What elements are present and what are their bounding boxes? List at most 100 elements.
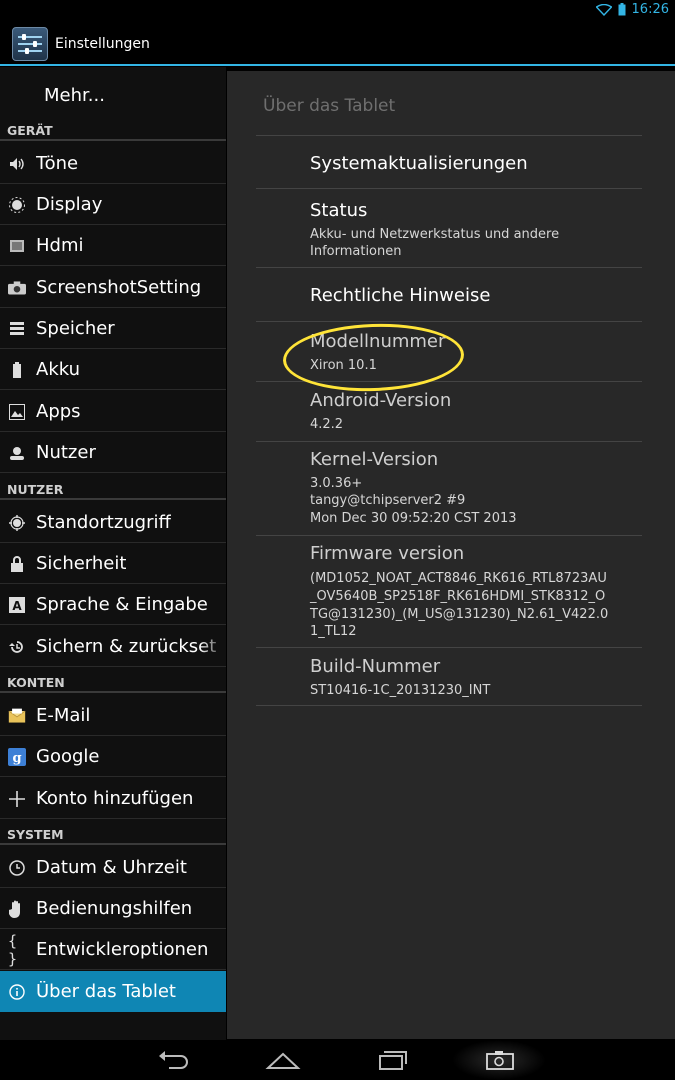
sidebar-item-label: Datum & Uhrzeit [36,857,187,878]
row-subtitle: 4.2.2 [310,417,344,432]
sidebar-item-label: Bedienungshilfen [36,898,193,919]
row-title: Rechtliche Hinweise [310,285,491,306]
home-icon[interactable] [265,1048,301,1072]
plus-icon [8,790,26,808]
storage-icon [8,320,26,338]
recent-apps-icon[interactable] [374,1048,410,1072]
divider [256,135,642,136]
action-bar: Einstellungen [0,22,675,66]
sidebar-item-label: Display [36,194,103,215]
sidebar-item-accessibility[interactable]: Bedienungshilfen [0,889,226,929]
app-title: Einstellungen [55,36,150,52]
sidebar-item-location[interactable]: Standortzugriff [0,503,226,543]
sidebar-item-email[interactable]: E-Mail [0,696,226,736]
label-fade [200,627,226,666]
divider [256,441,642,442]
speaker-icon [8,155,26,173]
divider [256,188,642,189]
location-icon [8,514,26,532]
svg-text:A: A [12,599,22,613]
sidebar-item-label: Hdmi [36,235,84,256]
navigation-bar [0,1040,675,1080]
settings-app-icon[interactable] [12,27,48,61]
email-icon [8,707,26,725]
monitor-icon [8,237,26,255]
hand-icon [8,900,26,918]
battery-icon [618,3,626,16]
sidebar-item-label: Google [36,746,100,767]
svg-text:g: g [12,751,21,766]
row-title: Build-Nummer [310,656,441,677]
language-icon: A [8,596,26,614]
sidebar-item-hdmi[interactable]: Hdmi [0,226,226,266]
sidebar-item-label: Konto hinzufügen [36,788,194,809]
sidebar-item-label: E-Mail [36,705,91,726]
sidebar-item-security[interactable]: Sicherheit [0,544,226,584]
sidebar-item-label: Standortzugriff [36,512,171,533]
lock-icon [8,555,26,573]
clock-icon [8,859,26,877]
sidebar-item-developer[interactable]: { } Entwickleroptionen [0,930,226,970]
sidebar-item-apps[interactable]: Apps [0,392,226,432]
status-bar: 16:26 [0,0,675,22]
divider [256,647,642,648]
row-title: Status [310,200,368,221]
sidebar-item-label: Nutzer [36,442,96,463]
section-header-accounts: KONTEN [0,674,226,693]
section-header-system: SYSTEM [0,826,226,845]
back-icon[interactable] [157,1048,193,1072]
row-subtitle-line: 3.0.36+ [310,476,363,491]
row-title: Android-Version [310,390,452,411]
battery-icon [8,361,26,379]
google-icon: g [8,747,26,766]
sidebar-item-label: Töne [36,153,79,174]
divider [256,267,642,268]
camera-icon [8,279,26,297]
section-header-device: GERÄT [0,122,226,141]
sidebar-item-display[interactable]: Display [0,185,226,225]
row-subtitle-line: Mon Dec 30 09:52:20 CST 2013 [310,511,517,526]
row-subtitle: Akku- und Netzwerkstatus und andere Info… [310,227,560,259]
sidebar-item-label: Sichern & zurückset [36,636,217,657]
sidebar-item-screenshot[interactable]: ScreenshotSetting [0,268,226,308]
divider [256,321,642,322]
sidebar-item-label: Apps [36,401,81,422]
row-subtitle: ST10416-1C_20131230_INT [310,683,491,698]
sidebar-item-users[interactable]: Nutzer [0,433,226,473]
settings-sidebar: Mehr... GERÄT Töne Display Hdmi Screensh… [0,67,226,1040]
sidebar-item-label: Entwickleroptionen [36,939,209,960]
sidebar-item-battery[interactable]: Akku [0,350,226,390]
panel-title: Über das Tablet [263,96,396,116]
sidebar-item-about-tablet[interactable]: Über das Tablet [0,971,226,1012]
sidebar-item-label: Akku [36,359,81,380]
sidebar-item-storage[interactable]: Speicher [0,309,226,349]
sidebar-item-google[interactable]: g Google [0,737,226,777]
row-subtitle-line: TG@131230)_(M_US@131230)_N2.61_V422.0 [310,607,609,622]
sidebar-item-label: Sicherheit [36,553,127,574]
sidebar-item-backup[interactable]: Sichern & zurückset [0,627,226,667]
row-title: Kernel-Version [310,449,439,470]
sidebar-item-sound[interactable]: Töne [0,144,226,184]
sidebar-item-date-time[interactable]: Datum & Uhrzeit [0,848,226,888]
sidebar-item-language[interactable]: A Sprache & Eingabe [0,585,226,625]
screenshot-icon[interactable] [482,1048,518,1072]
row-subtitle-line: tangy@tchipserver2 #9 [310,493,466,508]
divider [256,535,642,536]
brightness-icon [8,196,26,214]
sidebar-item-label: Über das Tablet [36,981,176,1002]
user-icon [8,444,26,462]
sidebar-item-label: Mehr... [44,84,105,106]
sidebar-item-more[interactable]: Mehr... [0,75,226,115]
row-title: Systemaktualisierungen [310,153,528,174]
sidebar-item-add-account[interactable]: Konto hinzufügen [0,779,226,819]
about-tablet-panel: Über das Tablet Systemaktualisierungen S… [227,71,675,1039]
divider [256,705,642,706]
sidebar-item-label: Sprache & Eingabe [36,594,208,615]
row-subtitle-line: (MD1052_NOAT_ACT8846_RK616_RTL8723AU [310,571,607,586]
sidebar-item-label: Speicher [36,318,115,339]
sidebar-item-label: ScreenshotSetting [36,277,202,298]
restore-icon [8,638,26,656]
row-title: Firmware version [310,543,465,564]
row-subtitle-line: 1_TL12 [310,624,357,639]
section-header-user: NUTZER [0,481,226,500]
